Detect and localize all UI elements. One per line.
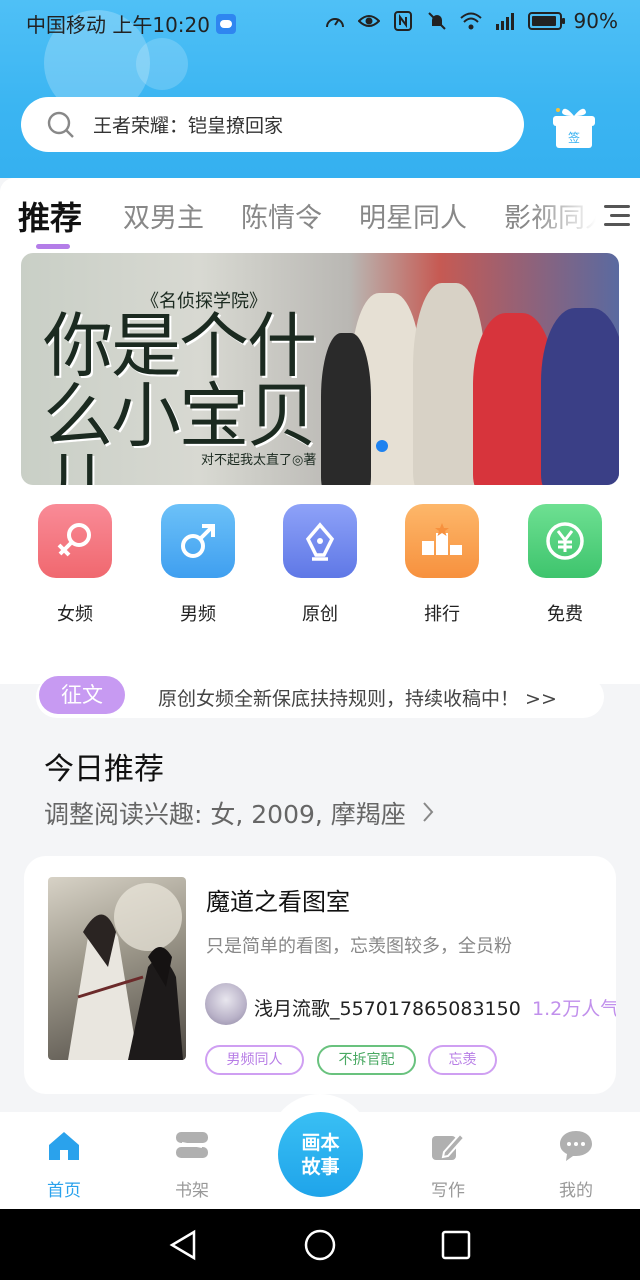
center-button-label: 画本故事	[301, 1131, 340, 1178]
home-icon	[49, 1132, 79, 1160]
decor-bubble	[136, 38, 188, 90]
recent-apps-icon[interactable]	[440, 1229, 472, 1261]
category-label: 女频	[57, 604, 93, 625]
carousel-indicator[interactable]	[376, 440, 388, 452]
book-tag[interactable]: 男频同人	[205, 1045, 304, 1075]
active-tab-indicator	[36, 244, 70, 249]
wifi-icon	[459, 12, 482, 30]
yuan-coin-icon	[528, 504, 602, 578]
eye-icon	[357, 15, 380, 27]
category-original[interactable]: 原创	[283, 504, 357, 626]
author-name[interactable]: 浅月流歌_557017865083150	[254, 994, 521, 1021]
nfc-icon	[393, 11, 412, 31]
category-label: 男频	[180, 604, 216, 625]
nav-home[interactable]: 首页	[24, 1128, 104, 1201]
menu-icon[interactable]	[602, 202, 632, 230]
category-label: 免费	[547, 604, 583, 625]
avatar[interactable]	[205, 983, 247, 1025]
header: 中国移动 上午10:20 90% 王者荣耀：铠皇撩回家 签	[0, 0, 640, 178]
female-icon	[38, 504, 112, 578]
nav-write[interactable]: 写作	[408, 1128, 488, 1201]
book-cover	[48, 877, 186, 1060]
home-circle-icon[interactable]	[303, 1228, 337, 1262]
nav-shelf[interactable]: 书架	[152, 1128, 232, 1201]
category-label: 原创	[302, 604, 338, 625]
banner-author: 对不起我太直了◎著	[201, 453, 317, 468]
book-card[interactable]: 魔道之看图室 只是简单的看图，忘羡图较多，全员粉 浅月流歌_5570178650…	[24, 856, 616, 1094]
checkin-gift-icon[interactable]: 签	[550, 104, 598, 150]
notice-bar[interactable]: 征文 原创女频全新保底扶持规则，持续收稿中！ >>	[36, 676, 604, 718]
nav-mine[interactable]: 我的	[536, 1128, 616, 1201]
notice-badge: 征文	[39, 676, 125, 714]
weather-icon	[216, 13, 236, 34]
back-icon[interactable]	[168, 1229, 198, 1261]
profile-chat-icon	[560, 1131, 592, 1161]
promo-banner[interactable]: 《名侦探学院》 你是个什么小宝贝儿 对不起我太直了◎著	[21, 253, 619, 485]
category-ranking[interactable]: 排行	[405, 504, 479, 626]
signal-icon	[495, 13, 514, 30]
category-female[interactable]: 女频	[38, 504, 112, 626]
system-nav-bar	[0, 1209, 640, 1280]
pen-nib-icon	[283, 504, 357, 578]
search-placeholder: 王者荣耀：铠皇撩回家	[93, 115, 284, 137]
reading-interest-link: 调整阅读兴趣: 女, 2009, 摩羯座	[44, 800, 406, 829]
write-icon	[432, 1132, 466, 1160]
nav-label: 我的	[559, 1181, 593, 1201]
category-shortcuts: 女频 男频 原创 排行 免费	[0, 504, 640, 634]
book-tag[interactable]: 不拆官配	[317, 1045, 416, 1075]
section-title: 今日推荐	[44, 752, 164, 787]
notice-text: 原创女频全新保底扶持规则，持续收稿中！ >>	[158, 688, 557, 710]
nav-label: 首页	[47, 1181, 81, 1201]
chevron-right-icon	[423, 802, 434, 822]
category-free[interactable]: 免费	[528, 504, 602, 626]
category-male[interactable]: 男频	[161, 504, 235, 626]
tab-double-male[interactable]: 双男主	[123, 196, 204, 235]
podium-icon	[405, 504, 479, 578]
bookshelf-icon	[176, 1132, 208, 1158]
search-icon	[47, 111, 74, 138]
tab-recommend[interactable]: 推荐	[18, 193, 82, 239]
picture-story-button[interactable]: 画本故事	[278, 1112, 363, 1197]
banner-figure	[541, 308, 619, 485]
nav-label: 书架	[175, 1181, 209, 1201]
search-bar[interactable]: 王者荣耀：铠皇撩回家	[21, 97, 524, 152]
battery-level: 90%	[573, 9, 618, 33]
nav-label: 写作	[431, 1181, 465, 1201]
carrier-time: 中国移动 上午10:20	[26, 13, 210, 37]
popularity-count: 1.2万人气	[532, 998, 616, 1020]
speed-icon	[325, 18, 344, 28]
category-label: 排行	[424, 604, 460, 625]
tab-celebrity-fanfic[interactable]: 明星同人	[359, 196, 467, 235]
book-description: 只是简单的看图，忘羡图较多，全员粉	[206, 936, 512, 957]
tab-chenqingling[interactable]: 陈情令	[241, 196, 322, 235]
book-title: 魔道之看图室	[206, 888, 350, 916]
svg-text:签: 签	[568, 130, 580, 145]
mute-icon	[427, 12, 446, 30]
category-tabs: 推荐 双男主 陈情令 明星同人 影视同人	[0, 178, 640, 252]
male-icon	[161, 504, 235, 578]
status-bar: 中国移动 上午10:20 90%	[0, 0, 640, 44]
book-tag[interactable]: 忘羡	[428, 1045, 497, 1075]
reading-interest-row[interactable]: 调整阅读兴趣: 女, 2009, 摩羯座	[0, 783, 640, 839]
battery-icon	[527, 12, 565, 30]
